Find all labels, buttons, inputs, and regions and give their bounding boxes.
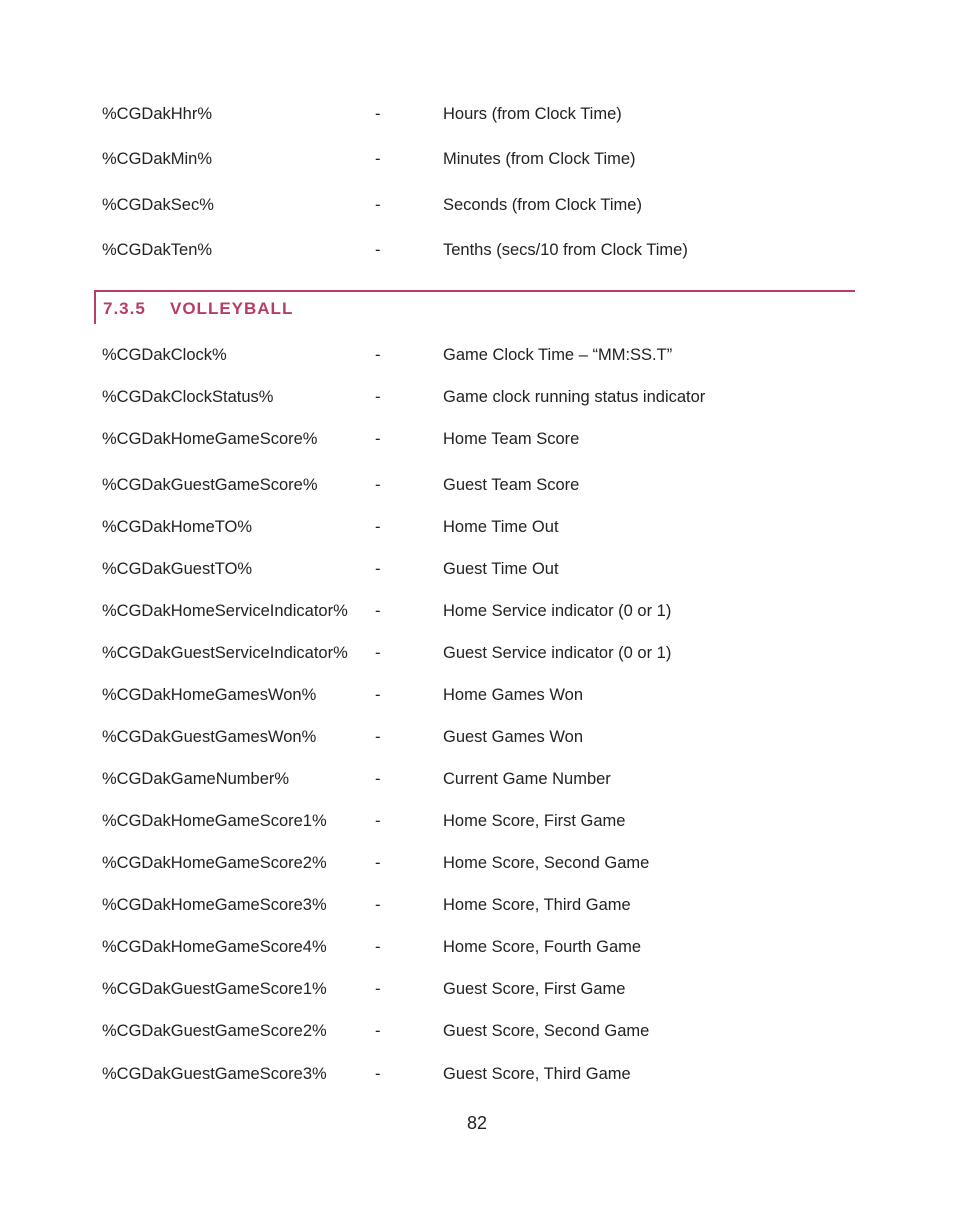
separator-dash: -	[375, 560, 381, 578]
separator-dash: -	[375, 430, 381, 448]
variable-description: Home Time Out	[443, 518, 559, 536]
separator-dash: -	[375, 241, 381, 259]
variable-row: %CGDakHomeGameScore4% - Home Score, Four…	[0, 935, 954, 959]
variable-row: %CGDakHomeTO% - Home Time Out	[0, 515, 954, 539]
page-number: 82	[466, 1113, 488, 1133]
variable-description: Home Score, Fourth Game	[443, 938, 642, 956]
variable-row: %CGDakHomeServiceIndicator% - Home Servi…	[0, 599, 954, 623]
variable-row: %CGDakGuestGameScore3% - Guest Score, Th…	[0, 1062, 954, 1086]
variable-name: %CGDakGuestGamesWon%	[102, 728, 317, 746]
variable-description: Minutes (from Clock Time)	[443, 150, 636, 168]
variable-description: Home Score, Second Game	[443, 854, 650, 872]
variable-description: Home Games Won	[443, 686, 583, 704]
variable-row: %CGDakGuestGameScore% - Guest Team Score	[0, 473, 954, 497]
variable-description: Home Service indicator (0 or 1)	[443, 602, 672, 620]
variable-row: %CGDakHomeGameScore3% - Home Score, Thir…	[0, 893, 954, 917]
variable-name: %CGDakHomeGameScore%	[102, 430, 318, 448]
variable-row: %CGDakHomeGameScore1% - Home Score, Firs…	[0, 809, 954, 833]
separator-dash: -	[375, 938, 381, 956]
variable-row: %CGDakMin% - Minutes (from Clock Time)	[0, 147, 954, 171]
variable-row: %CGDakHomeGameScore% - Home Team Score	[0, 427, 954, 451]
variable-description: Hours (from Clock Time)	[443, 105, 622, 123]
variable-description: Home Score, First Game	[443, 812, 626, 830]
variable-row: %CGDakHomeGameScore2% - Home Score, Seco…	[0, 851, 954, 875]
separator-dash: -	[375, 980, 381, 998]
section-number: 7.3.5	[103, 299, 146, 318]
separator-dash: -	[375, 105, 381, 123]
variable-description: Guest Score, Third Game	[443, 1065, 631, 1083]
variable-description: Current Game Number	[443, 770, 611, 788]
variable-name: %CGDakTen%	[102, 241, 213, 259]
variable-description: Tenths (secs/10 from Clock Time)	[443, 241, 688, 259]
variable-name: %CGDakGameNumber%	[102, 770, 290, 788]
separator-dash: -	[375, 196, 381, 214]
variable-name: %CGDakGuestTO%	[102, 560, 253, 578]
variable-description: Guest Score, Second Game	[443, 1022, 650, 1040]
variable-name: %CGDakGuestGameScore2%	[102, 1022, 327, 1040]
variable-row: %CGDakGuestGamesWon% - Guest Games Won	[0, 725, 954, 749]
variable-description: Guest Time Out	[443, 560, 559, 578]
section-heading: 7.3.5 VOLLEYBALL	[94, 290, 855, 324]
variable-name: %CGDakMin%	[102, 150, 213, 168]
variable-description: Guest Team Score	[443, 476, 580, 494]
separator-dash: -	[375, 1022, 381, 1040]
variable-name: %CGDakGuestGameScore3%	[102, 1065, 327, 1083]
variable-name: %CGDakHomeGameScore1%	[102, 812, 327, 830]
separator-dash: -	[375, 812, 381, 830]
variable-description: Seconds (from Clock Time)	[443, 196, 642, 214]
variable-row: %CGDakClock% - Game Clock Time – “MM:SS.…	[0, 343, 954, 367]
variable-row: %CGDakClockStatus% - Game clock running …	[0, 385, 954, 409]
variable-description: Home Score, Third Game	[443, 896, 631, 914]
variable-name: %CGDakGuestGameScore%	[102, 476, 318, 494]
separator-dash: -	[375, 644, 381, 662]
variable-description: Guest Score, First Game	[443, 980, 626, 998]
variable-description: Game clock running status indicator	[443, 388, 706, 406]
variable-name: %CGDakHomeTO%	[102, 518, 253, 536]
variable-row: %CGDakGuestGameScore2% - Guest Score, Se…	[0, 1019, 954, 1043]
variable-name: %CGDakClockStatus%	[102, 388, 274, 406]
variable-row: %CGDakGuestGameScore1% - Guest Score, Fi…	[0, 977, 954, 1001]
variable-row: %CGDakTen% - Tenths (secs/10 from Clock …	[0, 238, 954, 262]
variable-description: Guest Service indicator (0 or 1)	[443, 644, 672, 662]
section-title: VOLLEYBALL	[170, 299, 294, 318]
variable-name: %CGDakClock%	[102, 346, 227, 364]
variable-name: %CGDakGuestServiceIndicator%	[102, 644, 348, 662]
variable-description: Guest Games Won	[443, 728, 584, 746]
separator-dash: -	[375, 728, 381, 746]
separator-dash: -	[375, 770, 381, 788]
separator-dash: -	[375, 518, 381, 536]
variable-row: %CGDakHhr% - Hours (from Clock Time)	[0, 102, 954, 126]
variable-name: %CGDakSec%	[102, 196, 214, 214]
separator-dash: -	[375, 686, 381, 704]
separator-dash: -	[375, 854, 381, 872]
variable-name: %CGDakHomeGameScore3%	[102, 896, 327, 914]
separator-dash: -	[375, 346, 381, 364]
separator-dash: -	[375, 602, 381, 620]
variable-name: %CGDakHomeGamesWon%	[102, 686, 317, 704]
variable-description: Game Clock Time – “MM:SS.T”	[443, 346, 673, 364]
variable-row: %CGDakGameNumber% - Current Game Number	[0, 767, 954, 791]
variable-row: %CGDakSec% - Seconds (from Clock Time)	[0, 193, 954, 217]
variable-name: %CGDakHhr%	[102, 105, 213, 123]
separator-dash: -	[375, 896, 381, 914]
variable-description: Home Team Score	[443, 430, 580, 448]
separator-dash: -	[375, 476, 381, 494]
variable-name: %CGDakGuestGameScore1%	[102, 980, 327, 998]
variable-row: %CGDakGuestServiceIndicator% - Guest Ser…	[0, 641, 954, 665]
variable-row: %CGDakHomeGamesWon% - Home Games Won	[0, 683, 954, 707]
separator-dash: -	[375, 150, 381, 168]
variable-name: %CGDakHomeGameScore4%	[102, 938, 327, 956]
variable-name: %CGDakHomeServiceIndicator%	[102, 602, 348, 620]
variable-name: %CGDakHomeGameScore2%	[102, 854, 327, 872]
separator-dash: -	[375, 1065, 381, 1083]
separator-dash: -	[375, 388, 381, 406]
variable-row: %CGDakGuestTO% - Guest Time Out	[0, 557, 954, 581]
